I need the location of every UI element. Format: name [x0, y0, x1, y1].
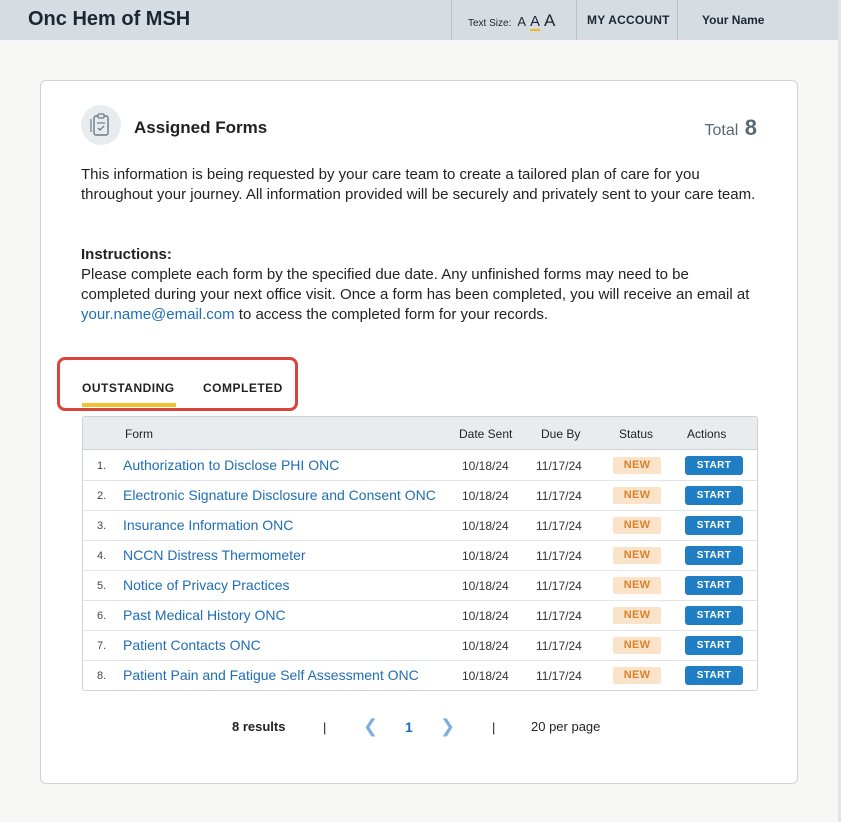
due-by: 11/17/24 [536, 579, 582, 593]
due-by: 11/17/24 [536, 549, 582, 563]
column-header-form: Form [125, 427, 153, 441]
results-count: 8 results [232, 719, 286, 734]
due-by: 11/17/24 [536, 639, 582, 653]
tab-completed[interactable]: COMPLETED [203, 381, 283, 395]
form-name-link[interactable]: Notice of Privacy Practices [123, 577, 290, 593]
form-name-link[interactable]: NCCN Distress Thermometer [123, 547, 306, 563]
column-header-date-sent: Date Sent [459, 427, 513, 441]
top-bar: Onc Hem of MSH Text Size: A A A MY ACCOU… [0, 0, 838, 40]
table-row: 4. NCCN Distress Thermometer 10/18/24 11/17… [83, 541, 757, 571]
table-row: 1. Authorization to Disclose PHI ONC 10/18… [83, 451, 757, 481]
column-header-actions: Actions [687, 427, 727, 441]
divider [451, 0, 452, 40]
email-link[interactable]: your.name@email.com [81, 306, 235, 323]
status-badge: NEW [613, 517, 661, 534]
my-account-link[interactable]: MY ACCOUNT [587, 13, 670, 27]
divider [677, 0, 678, 40]
row-number: 1. [97, 460, 107, 472]
clipboard-icon [81, 105, 121, 145]
total-value: 8 [744, 115, 757, 140]
status-badge: NEW [613, 547, 661, 564]
date-sent: 10/18/24 [462, 459, 509, 473]
table-row: 3. Insurance Information ONC 10/18/24 11/17… [83, 511, 757, 541]
text-size-small-button[interactable]: A [517, 14, 526, 29]
row-number: 8. [97, 670, 107, 682]
start-button[interactable]: START [685, 546, 743, 565]
start-button[interactable]: START [685, 636, 743, 655]
instructions-text-start: Please complete each form by the specifi… [81, 266, 750, 303]
row-number: 3. [97, 520, 107, 532]
chevron-left-icon[interactable]: ❮ [363, 716, 378, 737]
assigned-forms-card: Assigned Forms Total 8 This information … [40, 80, 798, 784]
table-header: Form Date Sent Due By Status Actions [83, 417, 757, 450]
start-button[interactable]: START [685, 456, 743, 475]
pagination-separator: | [323, 720, 327, 735]
row-number: 2. [97, 490, 107, 502]
active-tab-indicator [82, 403, 176, 407]
date-sent: 10/18/24 [462, 489, 509, 503]
due-by: 11/17/24 [536, 519, 582, 533]
form-name-link[interactable]: Past Medical History ONC [123, 607, 286, 623]
due-by: 11/17/24 [536, 669, 582, 683]
form-name-link[interactable]: Electronic Signature Disclosure and Cons… [123, 487, 436, 503]
row-number: 4. [97, 550, 107, 562]
status-badge: NEW [613, 487, 661, 504]
table-row: 2. Electronic Signature Disclosure and Co… [83, 481, 757, 511]
status-badge: NEW [613, 457, 661, 474]
per-page-select[interactable]: 20 per page [531, 719, 600, 734]
user-name-menu[interactable]: Your Name [702, 13, 764, 27]
row-number: 7. [97, 640, 107, 652]
instructions-text-end: to access the completed form for your re… [234, 306, 549, 323]
status-badge: NEW [613, 637, 661, 654]
table-row: 5. Notice of Privacy Practices 10/18/24 11/… [83, 571, 757, 601]
instructions-text: Please complete each form by the specifi… [81, 265, 761, 325]
form-name-link[interactable]: Insurance Information ONC [123, 517, 293, 533]
start-button[interactable]: START [685, 516, 743, 535]
row-number: 6. [97, 610, 107, 622]
date-sent: 10/18/24 [462, 669, 509, 683]
date-sent: 10/18/24 [462, 639, 509, 653]
text-size-label: Text Size: [468, 18, 512, 29]
date-sent: 10/18/24 [462, 519, 509, 533]
intro-text: This information is being requested by y… [81, 166, 756, 203]
start-button[interactable]: START [685, 576, 743, 595]
status-badge: NEW [613, 607, 661, 624]
date-sent: 10/18/24 [462, 609, 509, 623]
start-button[interactable]: START [685, 666, 743, 685]
due-by: 11/17/24 [536, 489, 582, 503]
row-number: 5. [97, 580, 107, 592]
column-header-status: Status [619, 427, 654, 441]
form-name-link[interactable]: Authorization to Disclose PHI ONC [123, 457, 339, 473]
table-row: 6. Past Medical History ONC 10/18/24 11/17/… [83, 601, 757, 631]
brand-title: Onc Hem of MSH [28, 8, 191, 30]
instructions-heading: Instructions: [81, 246, 172, 263]
date-sent: 10/18/24 [462, 549, 509, 563]
forms-table: Form Date Sent Due By Status Actions 1. A… [82, 416, 758, 691]
text-size-large-button[interactable]: A [544, 11, 555, 31]
form-name-link[interactable]: Patient Pain and Fatigue Self Assessment… [123, 667, 419, 683]
table-row: 8. Patient Pain and Fatigue Self Assessme… [83, 661, 757, 690]
column-header-due-by: Due By [541, 427, 581, 441]
tab-outstanding[interactable]: OUTSTANDING [82, 381, 175, 395]
total-label: Total [704, 122, 739, 139]
pagination-separator: | [492, 720, 496, 735]
status-badge: NEW [613, 667, 661, 684]
start-button[interactable]: START [685, 486, 743, 505]
status-badge: NEW [613, 577, 661, 594]
due-by: 11/17/24 [536, 609, 582, 623]
text-size-medium-button[interactable]: A [530, 14, 541, 31]
text-size-control: Text Size: A A A [468, 11, 555, 31]
page-number-current[interactable]: 1 [405, 719, 413, 735]
start-button[interactable]: START [685, 606, 743, 625]
form-name-link[interactable]: Patient Contacts ONC [123, 637, 261, 653]
page-title: Assigned Forms [134, 118, 268, 137]
total-count: Total 8 [705, 115, 758, 141]
date-sent: 10/18/24 [462, 579, 509, 593]
table-row: 7. Patient Contacts ONC 10/18/24 11/17/24 NE… [83, 631, 757, 661]
divider [576, 0, 577, 40]
chevron-right-icon[interactable]: ❯ [440, 716, 455, 737]
due-by: 11/17/24 [536, 459, 582, 473]
